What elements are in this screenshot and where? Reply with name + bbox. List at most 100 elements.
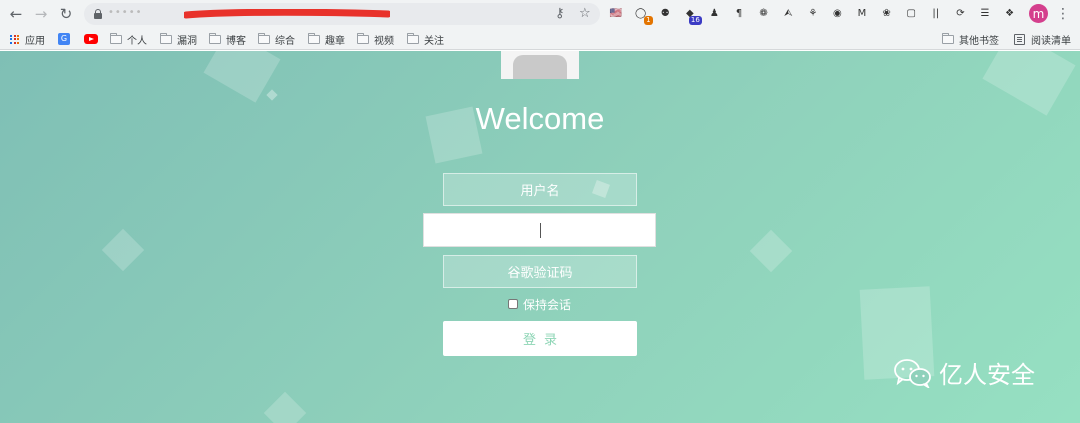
other-bookmarks-label: 其他书签 [959, 35, 999, 47]
reload-button[interactable]: ↻ [56, 4, 76, 24]
spy-extension[interactable]: ♟ [706, 5, 722, 21]
pin-extension[interactable]: ⚉ [657, 5, 673, 21]
bookmark-label: 综合 [275, 35, 295, 47]
profile-avatar[interactable]: m [1029, 4, 1048, 23]
bookmark-label: 应用 [25, 35, 45, 47]
bookmark-youtube[interactable] [84, 31, 98, 47]
spy-extension-icon: ♟ [709, 7, 719, 19]
remember-session[interactable]: 保持会话 [508, 296, 571, 312]
bookmark-translate[interactable]: G [58, 31, 70, 47]
folder-icon [357, 32, 369, 44]
url-redaction-mark [184, 9, 390, 19]
globe-extension[interactable]: ❀ [879, 5, 895, 21]
folder-icon [308, 32, 320, 44]
captcha-field[interactable]: 谷歌验证码 [443, 255, 637, 288]
globe-extension-icon: ❀ [882, 7, 891, 19]
password-field[interactable] [423, 213, 656, 247]
paragraph-extension[interactable]: ¶ [731, 5, 747, 21]
cookie-extension[interactable]: ◉ [829, 5, 845, 21]
bookmark-apps[interactable]: 应用 [10, 31, 45, 47]
bars-extension-icon: || [932, 7, 940, 19]
pin-extension-icon: ⚉ [660, 7, 670, 19]
bookmark-label: 关注 [424, 35, 444, 47]
hat-extension[interactable]: ☰ [977, 5, 993, 21]
arrow-circle-extension[interactable]: ⮙ [780, 5, 796, 21]
bookmark-folder[interactable]: 个人 [110, 31, 147, 47]
bookmark-label: 博客 [226, 35, 246, 47]
forward-button[interactable]: → [31, 4, 51, 24]
green-circle-extension[interactable]: ⟳ [952, 5, 968, 21]
key-icon[interactable]: ⚷ [555, 6, 565, 22]
lock-icon [94, 9, 102, 19]
bookmark-folder[interactable]: 视频 [357, 31, 394, 47]
decorative-square [101, 228, 145, 272]
extension-badge: 1 [644, 16, 653, 25]
m-square-extension[interactable]: M [854, 5, 870, 21]
flag-extension-icon: 🇺🇸 [609, 7, 623, 19]
wechat-icon [894, 358, 931, 388]
m-square-extension-icon: M [857, 7, 867, 19]
bookmark-folder[interactable]: 趣章 [308, 31, 345, 47]
bookmark-label: 个人 [127, 35, 147, 47]
hat-extension-icon: ☰ [980, 7, 990, 19]
user-avatar-image [501, 51, 579, 79]
bookmark-label: 漏洞 [177, 35, 197, 47]
extension-badge: 16 [688, 16, 702, 25]
green-circle-extension-icon: ⟳ [956, 7, 965, 19]
browser-menu-icon[interactable]: ⋮ [1056, 4, 1070, 24]
decorative-square [263, 391, 307, 423]
decorative-square [749, 229, 793, 273]
reading-list-icon [1014, 33, 1025, 45]
remember-label: 保持会话 [523, 297, 572, 312]
bookmark-label: 趣章 [325, 35, 345, 47]
window-extension-icon: ▢ [906, 7, 916, 19]
apps-grid-icon [10, 34, 19, 44]
back-button[interactable]: ← [6, 4, 26, 24]
arrow-circle-extension-icon: ⮙ [783, 7, 793, 19]
reading-list-label: 阅读清单 [1031, 35, 1071, 47]
bookmark-label: 视频 [374, 35, 394, 47]
window-extension[interactable]: ▢ [903, 5, 919, 21]
folder-icon [110, 32, 122, 44]
youtube-icon [84, 34, 98, 44]
bookmark-folder[interactable]: 博客 [209, 31, 246, 47]
folder-icon [942, 32, 954, 44]
bookmark-folder[interactable]: 综合 [258, 31, 295, 47]
login-button[interactable]: 登录 [443, 321, 637, 356]
bookmark-folder[interactable]: 漏洞 [160, 31, 197, 47]
login-page: Welcome 用户名 谷歌验证码 保持会话 登录 亿人安全 [0, 51, 1080, 423]
decorative-square [982, 51, 1076, 116]
puzzle-people-extension[interactable]: ⚘ [805, 5, 821, 21]
text-caret [540, 223, 541, 238]
bike-extension-icon: ❁ [759, 7, 768, 19]
remember-checkbox[interactable] [508, 299, 518, 309]
graduation-cap-extension[interactable]: ◆ 16 [682, 5, 702, 25]
puzzle-people-extension-icon: ⚘ [808, 7, 818, 19]
folder-icon [407, 32, 419, 44]
username-placeholder: 用户名 [520, 184, 560, 199]
bike-extension[interactable]: ❁ [756, 5, 772, 21]
folder-icon [258, 32, 270, 44]
username-field[interactable]: 用户名 [443, 173, 637, 206]
captcha-label: 谷歌验证码 [507, 266, 573, 281]
decorative-square [266, 89, 278, 101]
puzzle-icon[interactable]: ❖ [1002, 5, 1018, 21]
address-bar[interactable]: ••••• ⚷ ☆ [84, 3, 600, 25]
other-bookmarks[interactable]: 其他书签 [942, 31, 999, 47]
page-title: Welcome [475, 101, 605, 136]
flag-extension[interactable]: 🇺🇸 [608, 5, 624, 21]
folder-icon [160, 32, 172, 44]
watermark-text: 亿人安全 [939, 361, 1035, 389]
circle-badge-extension[interactable]: ◯ 1 [633, 5, 653, 25]
bookmark-star-icon[interactable]: ☆ [579, 6, 591, 22]
cookie-extension-icon: ◉ [833, 7, 842, 19]
paragraph-extension-icon: ¶ [735, 7, 743, 19]
folder-icon [209, 32, 221, 44]
bookmark-folder[interactable]: 关注 [407, 31, 444, 47]
reading-list[interactable]: 阅读清单 [1014, 31, 1071, 47]
url-text: ••••• [108, 7, 143, 18]
browser-toolbar: ← → ↻ ••••• ⚷ ☆ 🇺🇸 ◯ 1 ⚉ ◆ 16 ♟ ¶ ❁ ⮙ ⚘ ◉ M ❀ ▢ || ⟳ ☰ ❖ m… [0, 0, 1080, 28]
bookmarks-bar: 应用 G 个人 漏洞 博客 综合 趣章 视频 关注 其他书签 阅读清单 [0, 28, 1080, 50]
translate-icon: G [58, 33, 70, 45]
bars-extension[interactable]: || [928, 5, 944, 21]
